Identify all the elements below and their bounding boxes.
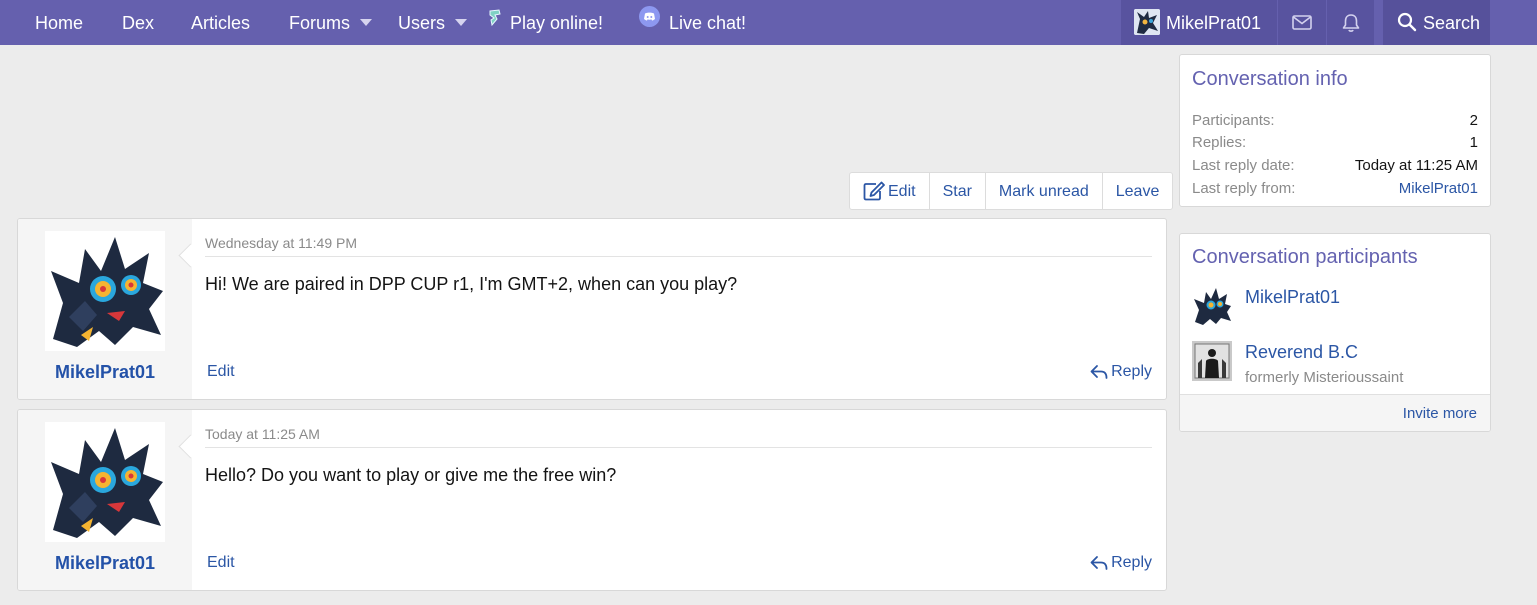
chevron-down-icon[interactable] <box>455 19 468 27</box>
reply-label: Reply <box>1111 554 1152 571</box>
edit-message-button[interactable]: Edit <box>207 363 235 381</box>
info-row-last-reply-from: Last reply from: MikelPrat01 <box>1192 180 1478 200</box>
avatar[interactable] <box>1192 341 1232 381</box>
nav-play-online[interactable]: Play online! <box>487 0 603 45</box>
message-body: Hi! We are paired in DPP CUP r1, I'm GMT… <box>205 274 738 294</box>
envelope-icon <box>1278 0 1326 45</box>
edit-conversation-button[interactable]: Edit <box>850 173 930 209</box>
mark-unread-button[interactable]: Mark unread <box>986 173 1103 209</box>
search-label: Search <box>1423 13 1481 33</box>
nav-home[interactable]: Home <box>35 0 83 45</box>
invite-more-link[interactable]: Invite more <box>1403 405 1477 422</box>
reply-icon <box>1090 555 1108 571</box>
conversation-toolbar: Edit Star Mark unread Leave <box>849 172 1174 210</box>
participant-name[interactable]: Reverend B.C <box>1245 342 1358 363</box>
edit-icon <box>863 181 885 201</box>
nav-live-chat-label: Live chat! <box>669 13 747 33</box>
discord-icon <box>639 0 660 44</box>
avatar[interactable] <box>45 422 165 542</box>
inbox-button[interactable] <box>1278 0 1326 45</box>
message-body: Hello? Do you want to play or give me th… <box>205 465 617 485</box>
nav-users-label: Users <box>398 13 446 33</box>
nav-username: MikelPrat01 <box>1166 13 1262 33</box>
nav-articles[interactable]: Articles <box>191 0 250 45</box>
info-row-last-reply-date: Last reply date: Today at 11:25 AM <box>1192 157 1478 177</box>
nav-forums-label: Forums <box>289 13 351 33</box>
participant-name[interactable]: MikelPrat01 <box>1245 287 1340 308</box>
nav-dex[interactable]: Dex <box>122 0 154 45</box>
avatar[interactable] <box>45 231 165 351</box>
divider <box>205 256 1152 257</box>
alerts-button[interactable] <box>1327 0 1374 45</box>
last-reply-user-link[interactable]: MikelPrat01 <box>1399 180 1478 197</box>
play-online-icon <box>487 0 503 44</box>
reply-button[interactable]: Reply <box>1090 554 1152 572</box>
nav-forums[interactable]: Forums <box>289 0 373 45</box>
message-date[interactable]: Wednesday at 11:49 PM <box>205 235 357 251</box>
reply-label: Reply <box>1111 363 1152 380</box>
user-menu[interactable]: MikelPrat01 <box>1121 0 1277 45</box>
message-date[interactable]: Today at 11:25 AM <box>205 426 320 442</box>
search-button[interactable]: Search <box>1383 0 1490 45</box>
avatar <box>1134 9 1160 35</box>
message-user-panel: MikelPrat01 <box>18 410 192 590</box>
chevron-down-icon[interactable] <box>360 19 373 27</box>
reply-button[interactable]: Reply <box>1090 363 1152 381</box>
top-nav: Home Dex Articles Forums Users Play onli… <box>0 0 1537 45</box>
info-value: 1 <box>1469 134 1478 151</box>
avatar[interactable] <box>1192 286 1232 326</box>
bell-icon <box>1327 0 1374 45</box>
participant-subtitle: formerly Misterioussaint <box>1245 369 1404 386</box>
conversation-participants-block: Conversation participants MikelPrat01 Re… <box>1179 233 1491 432</box>
info-label: Participants: <box>1192 112 1275 129</box>
info-value: 2 <box>1469 112 1478 129</box>
message-card: MikelPrat01 Today at 11:25 AM Hello? Do … <box>17 409 1167 591</box>
conversation-info-title: Conversation info <box>1192 68 1348 90</box>
info-row-replies: Replies: 1 <box>1192 134 1478 154</box>
message-author[interactable]: MikelPrat01 <box>18 362 192 383</box>
participants-footer: Invite more <box>1180 394 1490 431</box>
conversation-participants-title: Conversation participants <box>1192 246 1418 268</box>
search-icon <box>1397 12 1417 37</box>
leave-button[interactable]: Leave <box>1103 173 1173 209</box>
reply-icon <box>1090 364 1108 380</box>
conversation-info-block: Conversation info Participants: 2 Replie… <box>1179 54 1491 207</box>
info-label: Replies: <box>1192 134 1247 151</box>
info-label: Last reply date: <box>1192 157 1295 174</box>
info-row-participants: Participants: 2 <box>1192 112 1478 132</box>
message-author[interactable]: MikelPrat01 <box>18 553 192 574</box>
edit-message-button[interactable]: Edit <box>207 554 235 572</box>
nav-live-chat[interactable]: Live chat! <box>639 0 746 45</box>
divider <box>205 447 1152 448</box>
edit-label: Edit <box>888 182 916 200</box>
info-label: Last reply from: <box>1192 180 1296 197</box>
nav-play-online-label: Play online! <box>510 13 604 33</box>
star-button[interactable]: Star <box>930 173 986 209</box>
message-user-panel: MikelPrat01 <box>18 219 192 399</box>
message-card: MikelPrat01 Wednesday at 11:49 PM Hi! We… <box>17 218 1167 400</box>
info-value: Today at 11:25 AM <box>1354 157 1478 174</box>
nav-users[interactable]: Users <box>398 0 468 45</box>
